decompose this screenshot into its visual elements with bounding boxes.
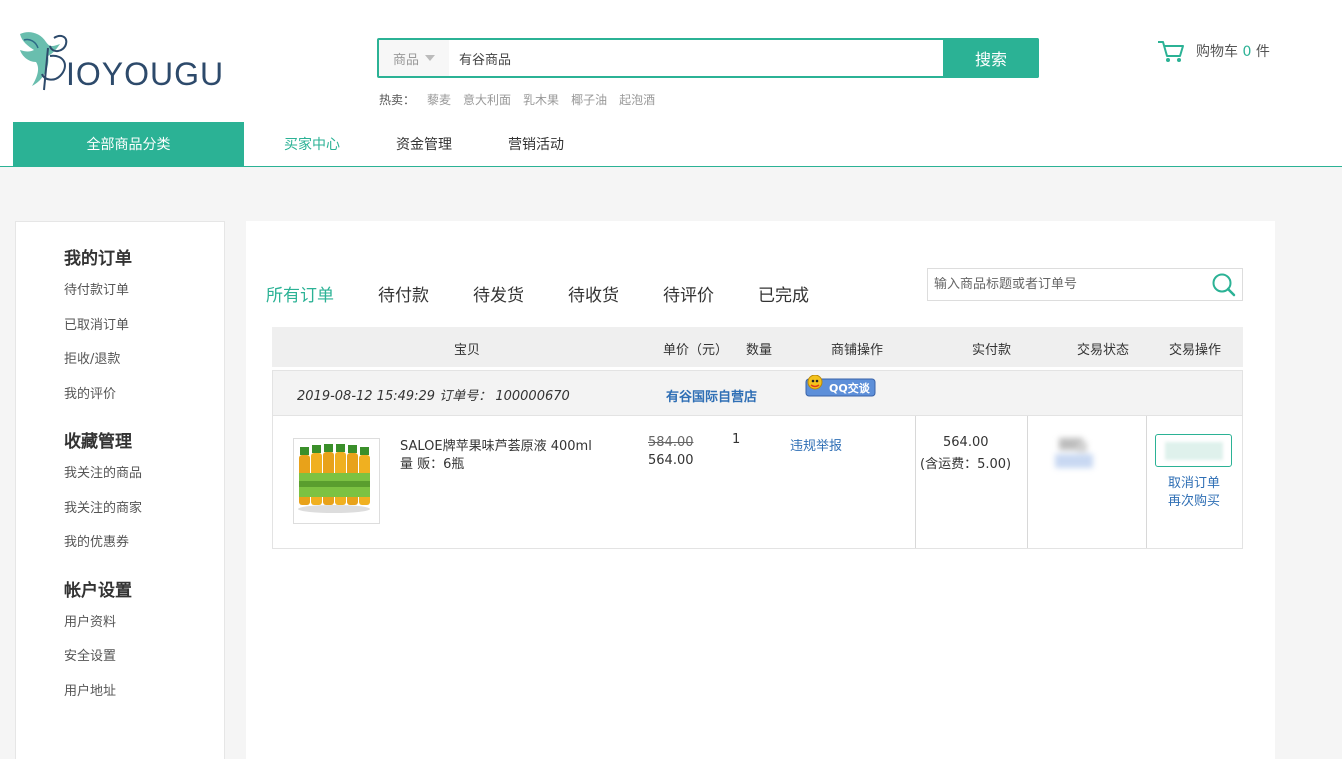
sidebar-group-orders: 我的订单 待付款订单 已取消订单 拒收/退款 我的评价 [64,244,224,419]
hot-label: 热卖： [379,93,416,107]
column-divider [1027,416,1028,548]
column-divider [915,416,916,548]
qq-chat-label: QQ交谈 [829,382,870,395]
header-quantity: 数量 [746,343,773,358]
product-thumbnail[interactable] [293,438,380,524]
juice-bottles-image [294,439,379,523]
header-status: 交易状态 [1077,343,1130,358]
tab-completed[interactable]: 已完成 [758,281,809,306]
sidebar-item-cancelled[interactable]: 已取消订单 [64,316,224,351]
caret-down-icon [425,55,435,61]
paid-amount: 564.00 [943,435,989,450]
current-price: 564.00 [648,453,694,468]
cart-label: 购物车 0 件 [1196,44,1270,60]
tab-pending-payment[interactable]: 待付款 [378,281,429,306]
header-unit-price: 单价（元） [663,343,729,358]
qq-chat-button[interactable]: QQ交谈 [805,374,876,397]
sidebar-group-title: 我的订单 [64,249,132,269]
order-tabs: 所有订单 待付款 待发货 待收货 待评价 已完成 [266,281,853,306]
sidebar-group-title: 收藏管理 [64,432,132,452]
buy-again-link[interactable]: 再次购买 [1168,490,1220,509]
nav-item-funds[interactable]: 资金管理 [396,134,452,154]
pay-now-button[interactable] [1155,434,1232,467]
hot-keyword-link[interactable]: 乳木果 [523,91,559,108]
search-button[interactable]: 搜索 [943,38,1039,78]
header-actions: 交易操作 [1169,343,1222,358]
hot-keyword-link[interactable]: 起泡酒 [619,91,655,108]
nav-item-marketing[interactable]: 营销活动 [508,134,564,154]
sidebar-item-pending-payment[interactable]: 待付款订单 [64,281,224,316]
logo-text: IOYOUGU [66,56,225,92]
hot-keyword-link[interactable]: 椰子油 [571,91,607,108]
product-name-link[interactable]: SALOE牌苹果味芦荟原液 400ml [400,435,592,454]
cart-count: 0 [1242,44,1252,60]
sidebar-group-favorites: 收藏管理 我关注的商品 我关注的商家 我的优惠券 [64,427,224,568]
sidebar-item-address[interactable]: 用户地址 [64,682,224,717]
header-paid: 实付款 [972,343,1012,358]
original-price: 584.00 [648,435,694,450]
search-category-label: 商品 [392,52,419,68]
sidebar-item-reviews[interactable]: 我的评价 [64,385,224,420]
shopping-cart-link[interactable]: 购物车 0 件 [1156,38,1270,64]
order-status-obscured [1051,438,1111,472]
header-item: 宝贝 [454,343,481,358]
account-sidebar: 我的订单 待付款订单 已取消订单 拒收/退款 我的评价 收藏管理 我关注的商品 … [15,221,225,759]
sidebar-item-followed-shops[interactable]: 我关注的商家 [64,499,224,534]
order-search-input[interactable] [928,277,1206,292]
cart-icon [1158,41,1184,62]
search-icon[interactable] [1206,272,1242,298]
pay-button-obscured-label [1164,441,1223,460]
hot-keyword-link[interactable]: 意大利面 [463,91,511,108]
site-logo[interactable]: IOYOUGU [14,26,229,98]
report-violation-link[interactable]: 违规举报 [790,435,842,454]
main-nav: 全部商品分类 买家中心 资金管理 营销活动 [13,122,580,166]
tab-all-orders[interactable]: 所有订单 [266,281,334,306]
order-table-header: 宝贝 单价（元） 数量 商铺操作 实付款 交易状态 交易操作 [272,327,1243,367]
orders-panel: 所有订单 待付款 待发货 待收货 待评价 已完成 宝贝 单价（元） 数量 商铺操… [246,221,1275,759]
order-item-row: SALOE牌苹果味芦荟原液 400ml 量 贩：6瓶 584.00 564.00… [272,416,1243,549]
sidebar-item-followed-products[interactable]: 我关注的商品 [64,464,224,499]
sidebar-item-refund[interactable]: 拒收/退款 [64,350,224,385]
search-category-select[interactable]: 商品 [379,40,449,76]
tab-pending-receipt[interactable]: 待收货 [568,281,619,306]
product-search-bar: 商品 搜索 [377,38,1039,78]
hot-keywords: 热卖： 藜麦 意大利面 乳木果 椰子油 起泡酒 [379,91,655,108]
shop-name-link[interactable]: 有谷国际自营店 [666,386,757,405]
column-divider [1146,416,1147,548]
site-header: IOYOUGU 商品 搜索 热卖： 藜麦 意大利面 乳木果 椰子油 起泡酒 购物… [0,0,1342,167]
order-date-number: 2019-08-12 15:49:29 订单号： 100000670 [297,389,570,404]
shipping-note: (含运费：5.00) [920,457,1012,472]
sidebar-group-title: 帐户设置 [64,580,132,601]
header-shop-action: 商铺操作 [831,343,884,358]
sidebar-group-account: 帐户设置 用户资料 安全设置 用户地址 [64,576,224,717]
quantity-value: 1 [732,432,741,447]
cancel-order-link[interactable]: 取消订单 [1168,472,1220,491]
sidebar-item-security[interactable]: 安全设置 [64,647,224,682]
order-search-box [927,268,1243,301]
nav-item-buyer-center[interactable]: 买家中心 [284,134,340,154]
search-input[interactable] [449,40,943,76]
all-categories-button[interactable]: 全部商品分类 [13,122,244,166]
product-spec: 量 贩：6瓶 [400,457,465,472]
tab-pending-shipment[interactable]: 待发货 [473,281,524,306]
tab-pending-review[interactable]: 待评价 [663,281,714,306]
order-header-row: 2019-08-12 15:49:29 订单号： 100000670 有谷国际自… [272,370,1243,416]
sidebar-item-profile[interactable]: 用户资料 [64,613,224,648]
hot-keyword-link[interactable]: 藜麦 [427,91,451,108]
sidebar-item-coupons[interactable]: 我的优惠券 [64,533,224,568]
